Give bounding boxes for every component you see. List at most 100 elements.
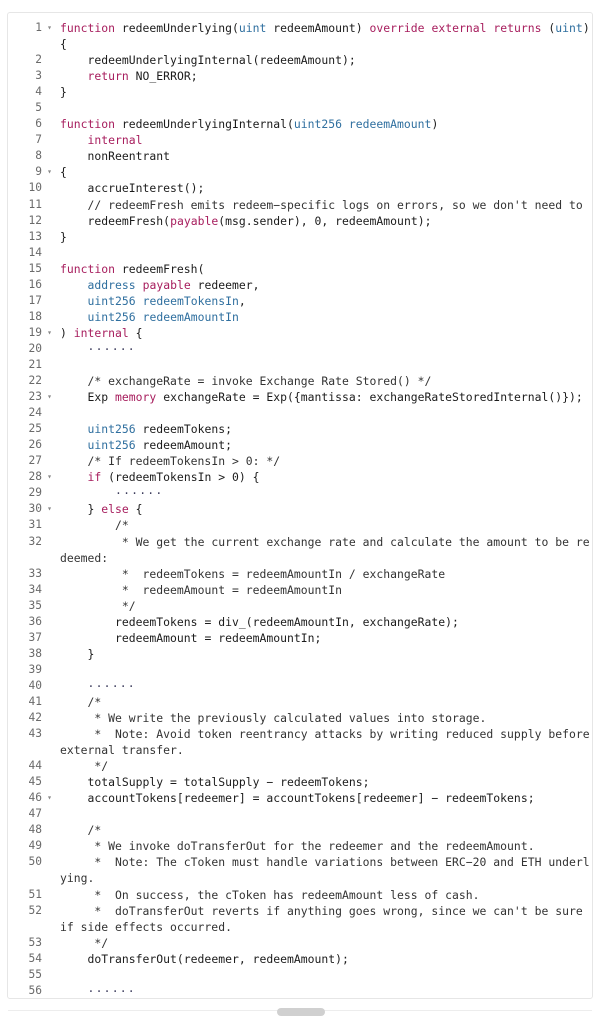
code-text: ······ [115, 486, 164, 501]
code-line: 29▾ ······ [8, 485, 592, 501]
line-number: 20 [28, 341, 42, 355]
code-text: * On success, the cToken has redeemAmoun… [87, 887, 480, 902]
fold-toggle-icon[interactable]: ▾ [43, 469, 56, 485]
code-line: 11▾ // redeemFresh emits redeem−specific… [8, 197, 592, 213]
code-line: 10▾ accrueInterest(); [8, 180, 592, 196]
code-text: redeemAmount = redeemAmountIn; [60, 630, 322, 645]
horizontal-scrollbar-thumb[interactable] [277, 1008, 325, 1016]
fold-toggle-icon[interactable]: ▾ [43, 790, 56, 806]
code-line: 8▾ nonReentrant [8, 148, 592, 164]
fold-spacer: ▾ [43, 517, 56, 533]
line-number: 9 [35, 165, 42, 179]
code-text: Exp memory exchangeRate = Exp({mantissa:… [60, 390, 583, 405]
code-text: */ [87, 935, 109, 950]
line-number: 11 [28, 197, 42, 211]
fold-spacer: ▾ [43, 229, 56, 245]
code-line: 24▾ [8, 405, 592, 421]
line-number: 50 [28, 855, 42, 869]
line-number: 25 [28, 422, 42, 436]
fold-spacer: ▾ [43, 180, 56, 196]
fold-toggle-icon[interactable]: ▾ [43, 20, 56, 36]
fold-toggle-icon[interactable]: ▾ [43, 501, 56, 517]
fold-toggle-icon[interactable]: ▾ [43, 389, 56, 405]
line-number: 46 [28, 791, 42, 805]
code-line: 23 ▾ Exp memory exchangeRate = Exp({manti… [8, 389, 592, 405]
code-text: accrueInterest(); [60, 181, 205, 196]
code-text: * We get the current exchange rate and c… [60, 534, 590, 565]
fold-spacer: ▾ [43, 213, 56, 229]
code-line: 55▾ [8, 967, 592, 983]
fold-spacer: ▾ [43, 309, 56, 325]
code-text: */ [87, 759, 109, 774]
line-number: 39 [28, 662, 42, 676]
fold-spacer: ▾ [43, 838, 56, 854]
code-text: return NO_ERROR; [87, 69, 198, 84]
line-number: 2 [35, 53, 42, 67]
fold-spacer: ▾ [43, 726, 56, 742]
code-line: 36▾ redeemTokens = div_(redeemAmountIn, … [8, 614, 592, 630]
code-snippet-viewer[interactable]: 1 ▾ function redeemUnderlying(uint redeemA… [7, 12, 593, 999]
code-line: 22▾ /* exchangeRate = invoke Exchange Ra… [8, 373, 592, 389]
code-line: 48▾ /* [8, 822, 592, 838]
line-number: 18 [28, 309, 42, 323]
code-text: /* [87, 823, 102, 838]
code-text: totalSupply = totalSupply − redeemTokens… [60, 775, 370, 790]
fold-toggle-icon[interactable]: ▾ [43, 164, 56, 180]
fold-spacer: ▾ [43, 614, 56, 630]
code-line: 16▾ address payable redeemer, [8, 277, 592, 293]
fold-spacer: ▾ [43, 197, 56, 213]
fold-spacer: ▾ [43, 887, 56, 903]
code-text: ······ [87, 341, 136, 356]
line-number: 5 [35, 101, 42, 115]
line-number: 8 [35, 149, 42, 163]
fold-spacer: ▾ [43, 822, 56, 838]
line-number: 31 [28, 518, 42, 532]
code-text: uint256 redeemTokens; [87, 422, 232, 437]
fold-spacer: ▾ [43, 341, 56, 357]
code-line: 15▾ function redeemFresh( [8, 261, 592, 277]
code-line: 54▾ doTransferOut(redeemer, redeemAmount… [8, 951, 592, 967]
code-text: } else { [60, 502, 143, 517]
line-number: 53 [28, 935, 42, 949]
code-line: 7▾ internal [8, 132, 592, 148]
line-number: 23 [28, 390, 42, 404]
fold-spacer: ▾ [43, 84, 56, 100]
code-line: 26▾ uint256 redeemAmount; [8, 437, 592, 453]
code-line: 49▾ * We invoke doTransferOut for the re… [8, 838, 592, 854]
fold-toggle-icon[interactable]: ▾ [43, 325, 56, 341]
line-number: 49 [28, 839, 42, 853]
line-number: 28 [28, 470, 42, 484]
code-text: function redeemUnderlying(uint redeemAmo… [60, 21, 590, 52]
fold-spacer: ▾ [43, 678, 56, 694]
code-text: internal [87, 133, 143, 148]
code-line: 51▾ * On success, the cToken has redeemA… [8, 887, 592, 903]
line-number: 15 [28, 261, 42, 275]
code-text: ······ [87, 678, 136, 693]
fold-spacer: ▾ [43, 854, 56, 870]
line-number: 1 [35, 21, 42, 34]
code-line: 38▾ } [8, 646, 592, 662]
code-line: 13▾} [8, 229, 592, 245]
code-text: function redeemFresh( [60, 261, 205, 276]
code-line: 42▾ * We write the previously calculated… [8, 710, 592, 726]
line-number: 13 [28, 229, 42, 243]
code-text: } [60, 85, 67, 100]
code-lines-container[interactable]: 1 ▾ function redeemUnderlying(uint redeemA… [8, 13, 592, 998]
code-line: 40▾ ······ [8, 678, 592, 694]
code-text: * We write the previously calculated val… [87, 711, 487, 726]
fold-spacer: ▾ [43, 774, 56, 790]
fold-spacer: ▾ [43, 68, 56, 84]
code-line: 1 ▾ function redeemUnderlying(uint redeemA… [8, 20, 592, 52]
code-line: 44▾ */ [8, 758, 592, 774]
line-number: 43 [28, 727, 42, 741]
code-line: 35▾ */ [8, 598, 592, 614]
code-text: uint256 redeemAmount; [87, 438, 232, 453]
fold-spacer: ▾ [43, 116, 56, 132]
fold-spacer: ▾ [43, 277, 56, 293]
line-number: 7 [35, 133, 42, 147]
fold-spacer: ▾ [43, 710, 56, 726]
line-number: 21 [28, 357, 42, 371]
